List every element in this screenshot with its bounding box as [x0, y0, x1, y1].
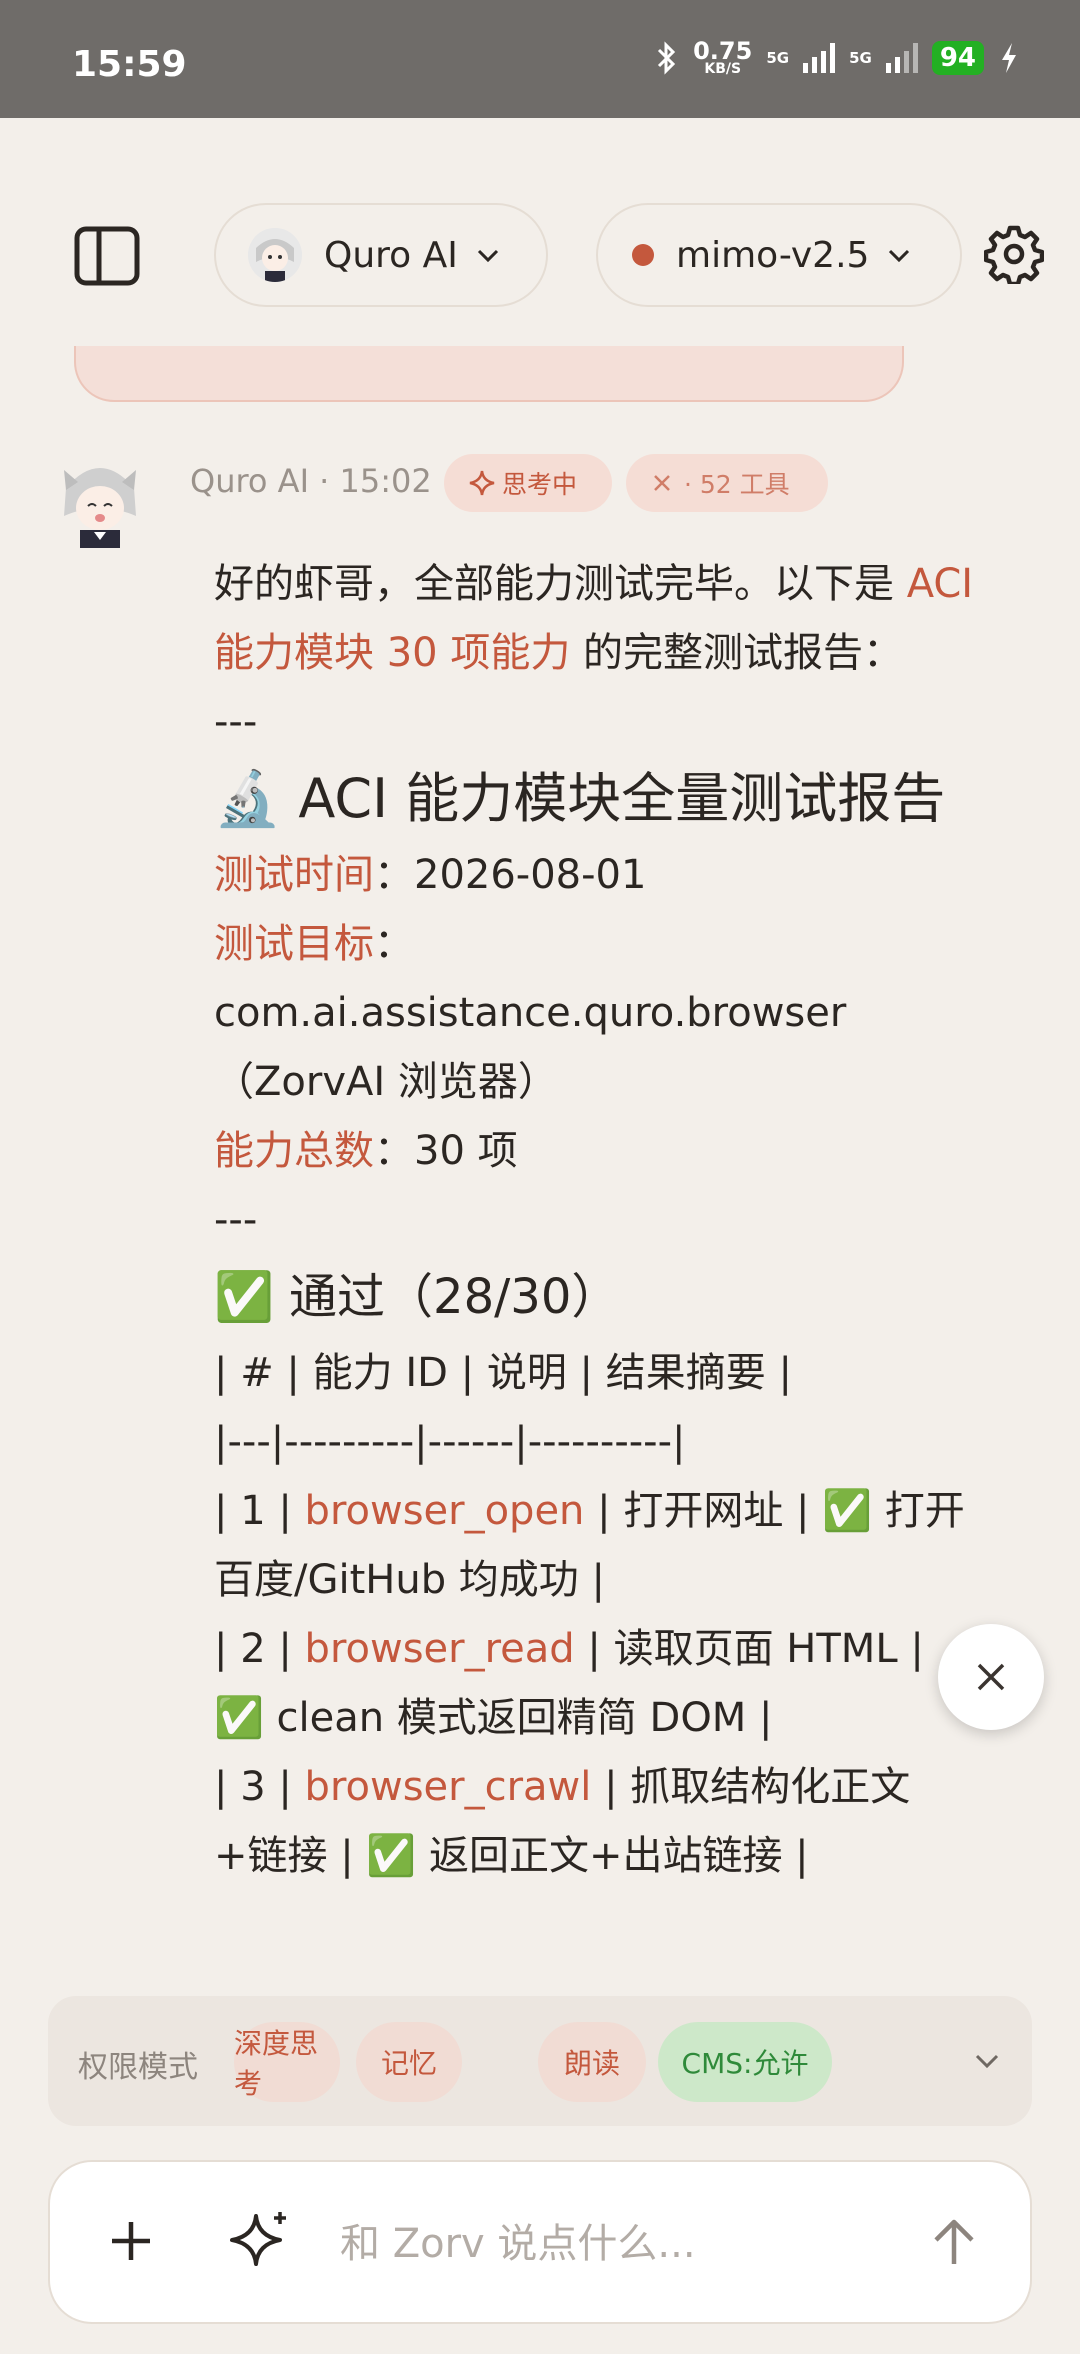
agent-avatar: [248, 228, 302, 282]
table-header: | # | 能力 ID | 说明 | 结果摘要 |: [214, 1350, 792, 1396]
model-name: mimo-v2.5: [676, 234, 870, 276]
table-separator: |---|---------|------|----------|: [214, 1419, 686, 1465]
model-selector[interactable]: mimo-v2.5: [596, 203, 962, 307]
chevron-down-icon[interactable]: [972, 2046, 1002, 2076]
capability-link[interactable]: browser_open: [305, 1488, 585, 1534]
chevron-down-icon: [477, 249, 498, 263]
plus-icon[interactable]: [104, 2214, 158, 2268]
signal-icon: [803, 43, 836, 73]
chip-memory[interactable]: 记忆: [356, 2022, 462, 2102]
previous-message-bubble: [74, 346, 904, 402]
sparkle-icon: [469, 470, 495, 496]
table-row: | 3 | browser_crawl | 抓取结构化正文+链接 | ✅ 返回正…: [214, 1764, 911, 1879]
net-speed: 0.75 KB/S: [693, 37, 753, 77]
chip-cms[interactable]: CMS:允许: [658, 2022, 832, 2102]
chip-read-aloud[interactable]: 朗读: [538, 2022, 646, 2102]
test-time: 测试时间：2026-08-01: [214, 852, 647, 898]
close-icon: [654, 475, 670, 491]
composer: [48, 2160, 1032, 2324]
status-bar: 15:59 0.75 KB/S 5G 5G 94: [0, 0, 1080, 118]
chevron-down-icon: [889, 249, 910, 263]
charging-icon: [1002, 43, 1016, 73]
divider: ---: [214, 699, 258, 745]
sim1-label: 5G: [766, 49, 790, 67]
total-count: 能力总数：30 项: [214, 1128, 518, 1174]
test-target: 测试目标：com.ai.assistance.quro.browser（Zorv…: [214, 921, 847, 1105]
agent-name: Quro AI: [324, 234, 458, 276]
message-meta: Quro AI · 15:02: [190, 462, 432, 500]
sim2-label: 5G: [849, 49, 872, 67]
divider: ---: [214, 1197, 258, 1243]
mode-bar: 权限模式 深度思考 记忆 朗读 CMS:允许: [48, 1996, 1032, 2126]
message-content: 好的虾哥，全部能力测试完毕。以下是 ACI 能力模块 30 项能力 的完整测试报…: [214, 550, 974, 1891]
report-title: 🔬 ACI 能力模块全量测试报告: [214, 767, 946, 830]
chip-deep-thinking[interactable]: 深度思考: [234, 2022, 340, 2102]
message-time: 15:02: [339, 462, 432, 500]
sidebar-toggle-icon[interactable]: [74, 226, 140, 286]
permission-mode-label[interactable]: 权限模式: [78, 2042, 198, 2086]
status-icons: 0.75 KB/S 5G 5G 94: [655, 37, 1020, 77]
agent-selector[interactable]: Quro AI: [214, 203, 548, 307]
bluetooth-icon: [658, 41, 676, 75]
tools-badge[interactable]: · 52 工具: [626, 454, 828, 512]
battery-indicator: 94: [931, 41, 984, 75]
close-icon: [977, 1663, 1005, 1691]
send-arrow-icon[interactable]: [922, 2210, 986, 2274]
table-row: | 1 | browser_open | 打开网址 | ✅ 打开百度/GitHu…: [214, 1488, 965, 1603]
app-header: Quro AI mimo-v2.5: [0, 118, 1080, 374]
capability-link[interactable]: browser_crawl: [305, 1764, 592, 1810]
table-row: | 2 | browser_read | 读取页面 HTML | ✅ clean…: [214, 1626, 924, 1741]
intro-paragraph: 好的虾哥，全部能力测试完毕。以下是 ACI 能力模块 30 项能力 的完整测试报…: [214, 561, 974, 676]
message-author: Quro AI: [190, 462, 309, 500]
status-time: 15:59: [72, 44, 187, 85]
pass-section-title: ✅ 通过（28/30）: [214, 1269, 620, 1325]
message-input[interactable]: [338, 2206, 902, 2282]
sparkle-icon[interactable]: [228, 2208, 292, 2272]
close-floating-button[interactable]: [938, 1624, 1044, 1730]
signal-icon: [885, 43, 918, 73]
gear-icon[interactable]: [984, 224, 1044, 284]
assistant-avatar: [56, 452, 144, 548]
model-status-dot: [632, 244, 654, 266]
thinking-badge[interactable]: 思考中: [444, 454, 612, 512]
capability-link[interactable]: browser_read: [305, 1626, 575, 1672]
